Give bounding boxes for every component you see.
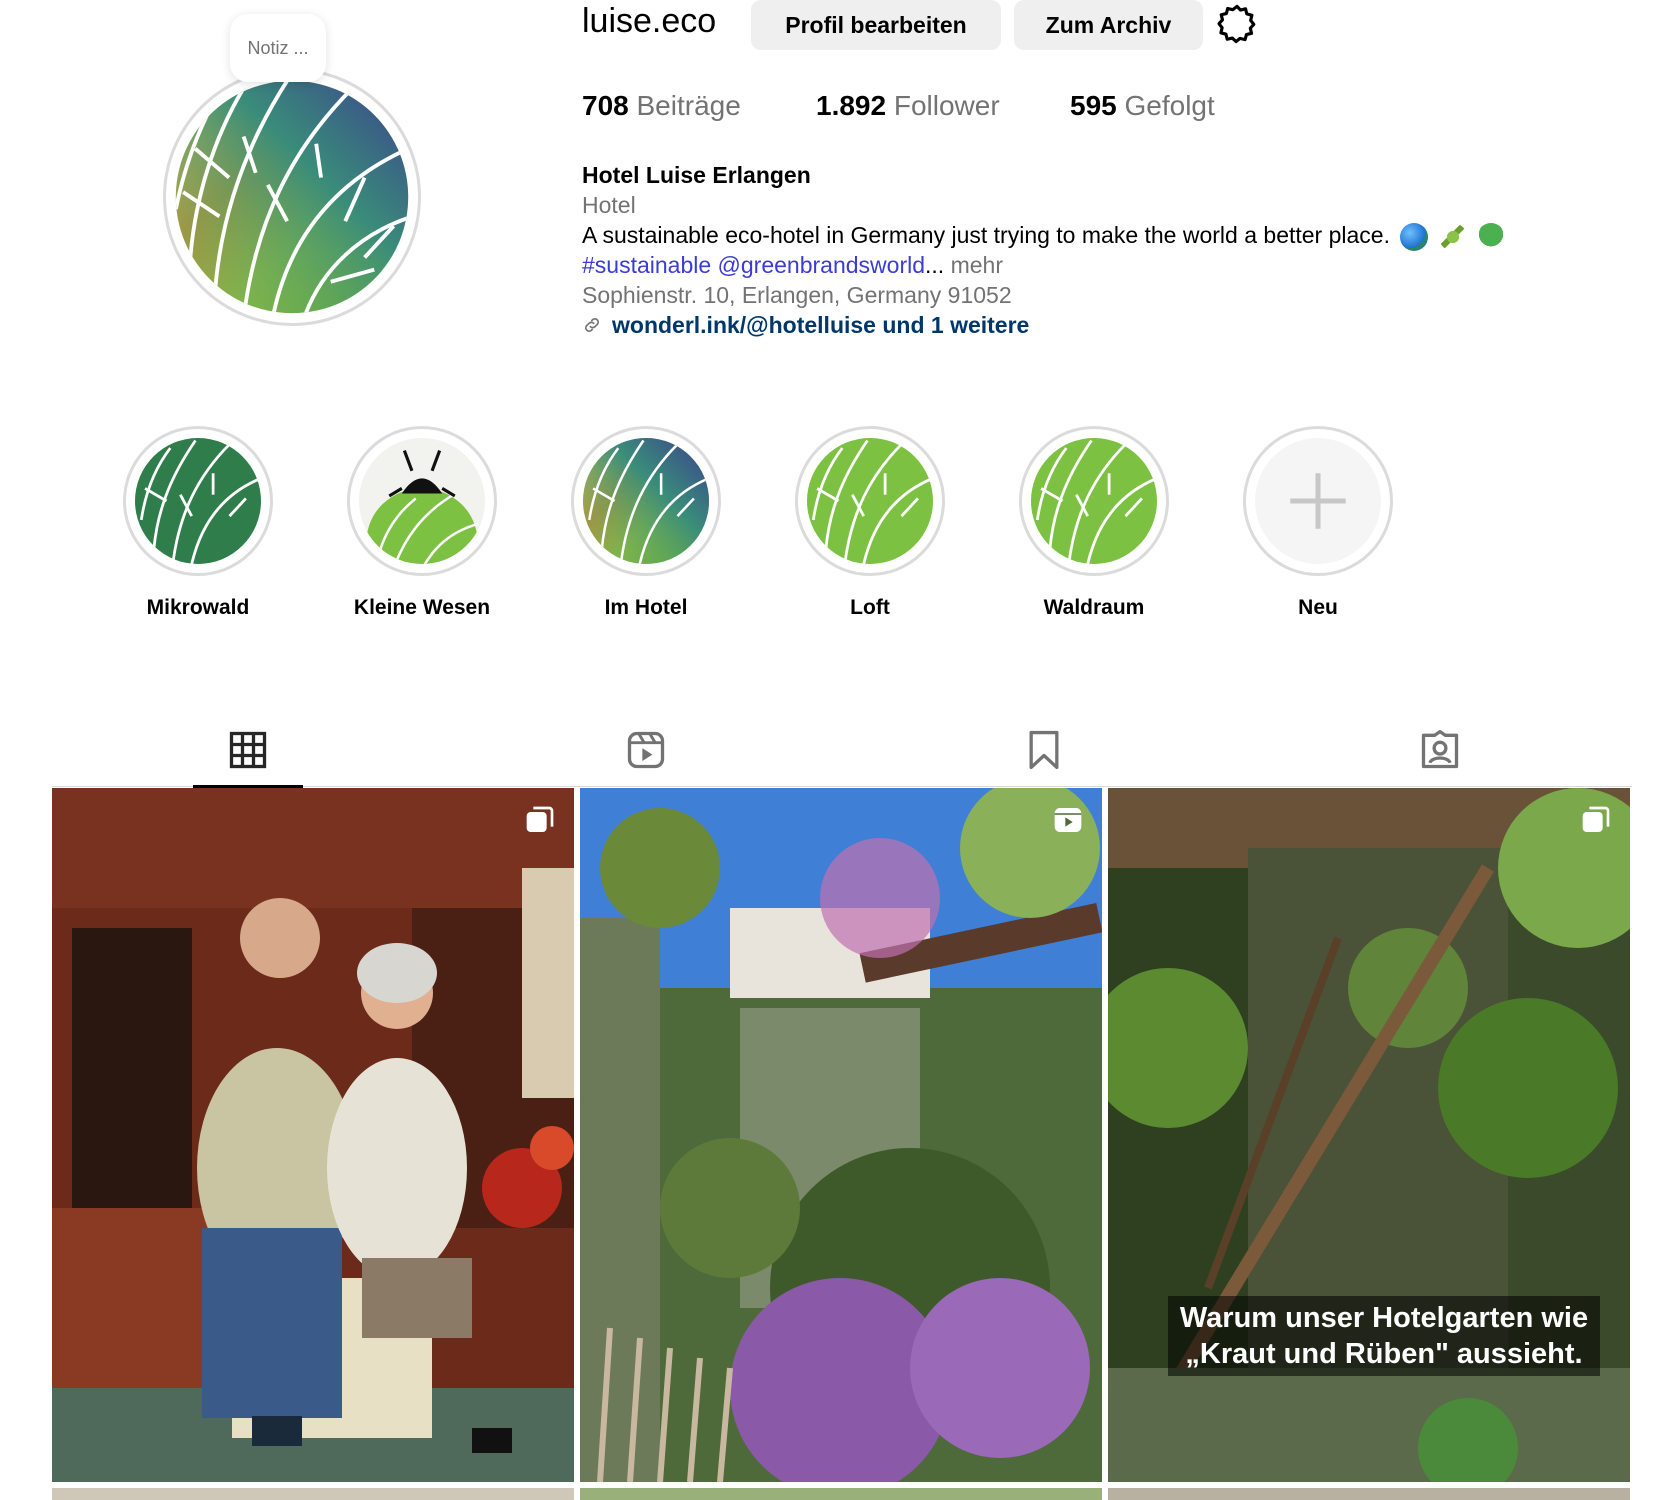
- post-tile-garden-reel[interactable]: [580, 788, 1102, 1482]
- highlight-kleine-wesen[interactable]: Kleine Wesen: [342, 426, 502, 620]
- profile-website-link[interactable]: wonderl.ink/@hotelluise und 1 weitere: [582, 310, 1029, 340]
- reels-icon: [1054, 808, 1082, 832]
- tab-tagged[interactable]: [1418, 728, 1462, 772]
- archive-button[interactable]: Zum Archiv: [1014, 0, 1203, 50]
- profile-avatar[interactable]: [163, 68, 421, 326]
- hotel-logo-icon: [175, 80, 409, 314]
- garden-photo: [580, 788, 1102, 1482]
- gradient-leaf-icon: [583, 438, 709, 564]
- herb-emoji-icon: [1438, 222, 1467, 251]
- green-leaf-icon: [807, 438, 933, 564]
- highlight-im-hotel[interactable]: Im Hotel: [566, 426, 726, 620]
- stat-followers[interactable]: 1.892 Follower: [816, 90, 1000, 122]
- note-text: Notiz ...: [247, 37, 309, 58]
- highlight-mikrowald[interactable]: Mikrowald: [118, 426, 278, 620]
- post-tile-garden-article[interactable]: Warum unser Hotelgarten wie „Kraut und R…: [1108, 788, 1630, 1482]
- hashtag-link[interactable]: #sustainable: [582, 252, 711, 278]
- post-tile-row2-1[interactable]: [52, 1488, 574, 1500]
- highlight-label: Loft: [850, 596, 890, 619]
- website-link-text: wonderl.ink/@hotelluise und 1 weitere: [612, 312, 1030, 338]
- tagged-icon: [1421, 730, 1459, 769]
- tree-emoji-icon: [1477, 222, 1506, 251]
- tab-saved[interactable]: [1022, 728, 1066, 772]
- profile-tags-line: #sustainable @greenbrandsworld... mehr: [582, 250, 1003, 280]
- tab-reels[interactable]: [624, 728, 668, 772]
- highlight-waldraum[interactable]: Waldraum: [1014, 426, 1174, 620]
- tab-posts-grid[interactable]: [226, 728, 270, 772]
- highlight-new[interactable]: Neu: [1238, 426, 1398, 620]
- profile-username: luise.eco: [582, 2, 717, 40]
- couple-photo: [52, 788, 574, 1482]
- settings-gear-icon[interactable]: [1216, 2, 1258, 44]
- plant-wall-photo: [1108, 788, 1630, 1482]
- globe-emoji-icon: [1400, 222, 1429, 251]
- plus-icon: [1255, 438, 1381, 564]
- stat-posts: 708 Beiträge: [582, 90, 741, 121]
- highlight-label: Neu: [1298, 596, 1338, 619]
- profile-display-name: Hotel Luise Erlangen: [582, 162, 811, 188]
- highlight-loft[interactable]: Loft: [790, 426, 950, 620]
- mention-link[interactable]: @greenbrandsworld: [718, 252, 925, 278]
- profile-address: Sophienstr. 10, Erlangen, Germany 91052: [582, 282, 1012, 308]
- highlight-label: Waldraum: [1043, 596, 1145, 619]
- post-caption-overlay: Warum unser Hotelgarten wie „Kraut und R…: [1168, 1296, 1600, 1376]
- highlight-label: Kleine Wesen: [353, 596, 491, 619]
- profile-category: Hotel: [582, 192, 636, 218]
- grid-icon: [229, 731, 267, 769]
- carousel-icon: [526, 806, 554, 832]
- reels-icon: [627, 731, 665, 769]
- saved-icon: [1029, 730, 1059, 770]
- post-tile-couple-photo[interactable]: [52, 788, 574, 1482]
- beetle-on-leaf-icon: [359, 438, 485, 564]
- post-tile-row2-3[interactable]: [1108, 1488, 1630, 1500]
- green-leaf-icon: [1031, 438, 1157, 564]
- bio-ellipsis: ...: [925, 252, 945, 278]
- more-button[interactable]: mehr: [951, 252, 1003, 278]
- edit-profile-button[interactable]: Profil bearbeiten: [751, 0, 1001, 50]
- dark-green-leaf-icon: [135, 438, 261, 564]
- carousel-icon: [1582, 806, 1610, 832]
- profile-note[interactable]: Notiz ...: [230, 14, 326, 82]
- link-icon: [585, 318, 599, 332]
- stat-following[interactable]: 595 Gefolgt: [1070, 90, 1215, 122]
- profile-description: A sustainable eco-hotel in Germany just …: [582, 220, 1506, 251]
- description-text: A sustainable eco-hotel in Germany just …: [582, 222, 1390, 248]
- post-tile-row2-2[interactable]: [580, 1488, 1102, 1500]
- highlight-label: Mikrowald: [146, 596, 250, 619]
- highlight-label: Im Hotel: [604, 596, 688, 619]
